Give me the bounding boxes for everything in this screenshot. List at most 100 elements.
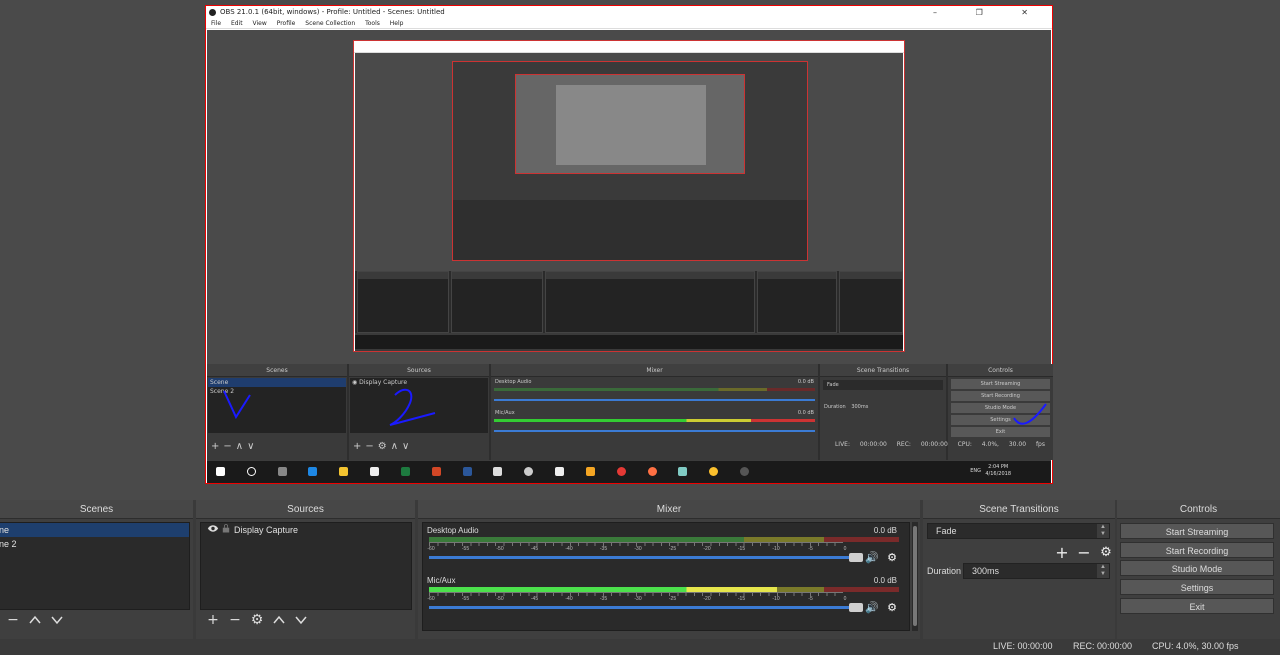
lock-icon[interactable] xyxy=(222,523,232,537)
plus-icon[interactable]: + xyxy=(202,610,224,630)
captured-transitions-header: Scene Transitions xyxy=(820,364,946,377)
captured-menu-file: File xyxy=(211,20,222,27)
settings-button[interactable]: Settings xyxy=(1120,579,1274,595)
captured-scene-item: Scene 2 xyxy=(210,388,235,395)
captured-controls-header: Controls xyxy=(948,364,1053,377)
captured-channel-1: Desktop Audio xyxy=(495,379,532,385)
captured-scenes-header: Scenes xyxy=(207,364,347,377)
powerpoint-icon xyxy=(431,467,441,476)
scene-item[interactable]: ne xyxy=(0,523,189,537)
tick-label: -55 xyxy=(461,596,470,602)
excel-icon xyxy=(400,467,410,476)
captured-preview xyxy=(207,30,1051,364)
status-bar: LIVE: 00:00:00 REC: 00:00:00 CPU: 4.0%, … xyxy=(0,639,1280,655)
controls-header: Controls xyxy=(1117,500,1280,519)
speaker-icon[interactable]: 🔊 xyxy=(865,601,879,615)
chrome-icon xyxy=(709,467,719,476)
spinner-icon[interactable]: ▲ ▼ xyxy=(1097,564,1109,578)
volume-slider[interactable] xyxy=(429,603,863,612)
down-arrow-icon[interactable] xyxy=(290,610,312,630)
tick-label: -20 xyxy=(703,596,711,602)
exit-button[interactable]: Exit xyxy=(1120,598,1274,614)
sources-list[interactable]: Display Capture xyxy=(200,522,412,610)
tick-label: -5 xyxy=(808,546,813,552)
captured-scene-toolbar: +−∧∨ xyxy=(211,441,259,452)
live-time: LIVE: 00:00:00 xyxy=(993,641,1053,651)
slider-handle[interactable] xyxy=(849,603,863,612)
start-streaming-button[interactable]: Start Streaming xyxy=(1120,523,1274,539)
channel-db: 0.0 dB xyxy=(873,576,897,585)
sources-toolbar: + − ⚙ xyxy=(202,610,312,630)
captured-studio-mode: Studio Mode xyxy=(951,403,1050,413)
gear-icon[interactable]: ⚙ xyxy=(885,601,899,615)
captured-settings: Settings xyxy=(951,415,1050,425)
down-arrow-icon[interactable] xyxy=(46,610,68,630)
gear-icon[interactable]: ⚙ xyxy=(885,551,899,565)
search-icon xyxy=(246,467,256,476)
firefox-icon xyxy=(647,467,657,476)
mail-icon xyxy=(493,467,503,476)
minus-icon[interactable]: − xyxy=(2,610,24,630)
channel-name: Desktop Audio xyxy=(427,526,479,535)
duration-input[interactable]: 300ms ▲ ▼ xyxy=(963,563,1110,579)
nested-capture-level2 xyxy=(353,40,905,352)
captured-exit: Exit xyxy=(951,427,1050,437)
captured-dock: Scenes Scene Scene 2 +−∧∨ Sources ◉ Disp… xyxy=(207,364,1053,460)
source-item[interactable]: Display Capture xyxy=(201,523,411,537)
chevron-updown-icon[interactable]: ▲ ▼ xyxy=(1097,524,1109,538)
obs-icon xyxy=(740,467,750,476)
scenes-panel: Scenes ne ne 2 − xyxy=(0,500,193,639)
transition-select[interactable]: Fade ▲ ▼ xyxy=(927,523,1110,539)
tick-label: -30 xyxy=(634,596,642,602)
app-icon xyxy=(524,467,534,476)
mixer-channels: Desktop Audio 0.0 dB -60 -55 -50 -45 -40 -35-… xyxy=(422,522,910,631)
controls-panel: Controls Start Streaming Start Recording… xyxy=(1117,500,1280,639)
captured-transition-select: Fade xyxy=(823,380,943,390)
mixer-header: Mixer xyxy=(418,500,920,519)
captured-duration-label: Duration xyxy=(824,404,846,410)
tick-labels: -60 -55 -50 -45 -40 -35 -30 -25 -20 -15 -10 -5 0 xyxy=(427,596,847,604)
minus-icon[interactable]: − xyxy=(224,610,246,630)
channel-db: 0.0 dB xyxy=(873,526,897,535)
tick-label: -35 xyxy=(599,596,608,602)
minus-icon[interactable]: − xyxy=(1075,543,1093,562)
studio-mode-button[interactable]: Studio Mode xyxy=(1120,560,1274,576)
speaker-icon[interactable]: 🔊 xyxy=(865,551,879,565)
tick-label: -10 xyxy=(772,596,780,602)
rec-time: REC: 00:00:00 xyxy=(1073,641,1133,651)
gear-icon[interactable]: ⚙ xyxy=(1097,545,1115,560)
tick-label: -30 xyxy=(634,546,642,552)
captured-obs-window: OBS 21.0.1 (64bit, windows) - Profile: U… xyxy=(205,5,1053,484)
captured-taskbar: 2:04 PM 4/16/2018 ENG xyxy=(207,461,1051,483)
taskbar-lang: ENG xyxy=(970,468,981,474)
transitions-header: Scene Transitions xyxy=(923,500,1115,519)
app-icon xyxy=(585,467,595,476)
duration-label: Duration xyxy=(927,566,962,576)
plus-icon[interactable]: + xyxy=(1053,543,1071,562)
gear-icon[interactable]: ⚙ xyxy=(246,610,268,630)
captured-sources-header: Sources xyxy=(349,364,489,377)
slider-handle[interactable] xyxy=(849,553,863,562)
captured-window-buttons: – ❐ ✕ xyxy=(933,8,1046,17)
scenes-list[interactable]: ne ne 2 xyxy=(0,522,190,610)
channel-name: Mic/Aux xyxy=(427,576,456,585)
tick-label: -25 xyxy=(668,546,677,552)
volume-slider[interactable] xyxy=(429,553,863,562)
transitions-panel: Scene Transitions Fade ▲ ▼ + − ⚙ Duration… xyxy=(923,500,1115,639)
tick-label: -60 xyxy=(427,596,435,602)
nested-dock xyxy=(355,271,903,333)
nested-taskbar xyxy=(355,335,903,349)
captured-mixer-panel: Mixer Desktop Audio 0.0 dB Mic/Aux 0.0 d… xyxy=(491,364,818,460)
scenes-header: Scenes xyxy=(0,500,193,519)
start-recording-button[interactable]: Start Recording xyxy=(1120,542,1274,558)
tick-label: -15 xyxy=(737,596,746,602)
scenes-toolbar: − xyxy=(2,610,68,630)
scene-item[interactable]: ne 2 xyxy=(0,537,189,551)
up-arrow-icon[interactable] xyxy=(268,610,290,630)
preview-canvas[interactable]: OBS 21.0.1 (64bit, windows) - Profile: U… xyxy=(0,0,1280,500)
captured-body: Scenes Scene Scene 2 +−∧∨ Sources ◉ Disp… xyxy=(207,30,1053,483)
mixer-scrollbar[interactable] xyxy=(912,522,918,631)
captured-sources-panel: Sources ◉ Display Capture +−⚙∧∨ xyxy=(349,364,489,460)
up-arrow-icon[interactable] xyxy=(24,610,46,630)
eye-icon[interactable] xyxy=(207,523,219,537)
